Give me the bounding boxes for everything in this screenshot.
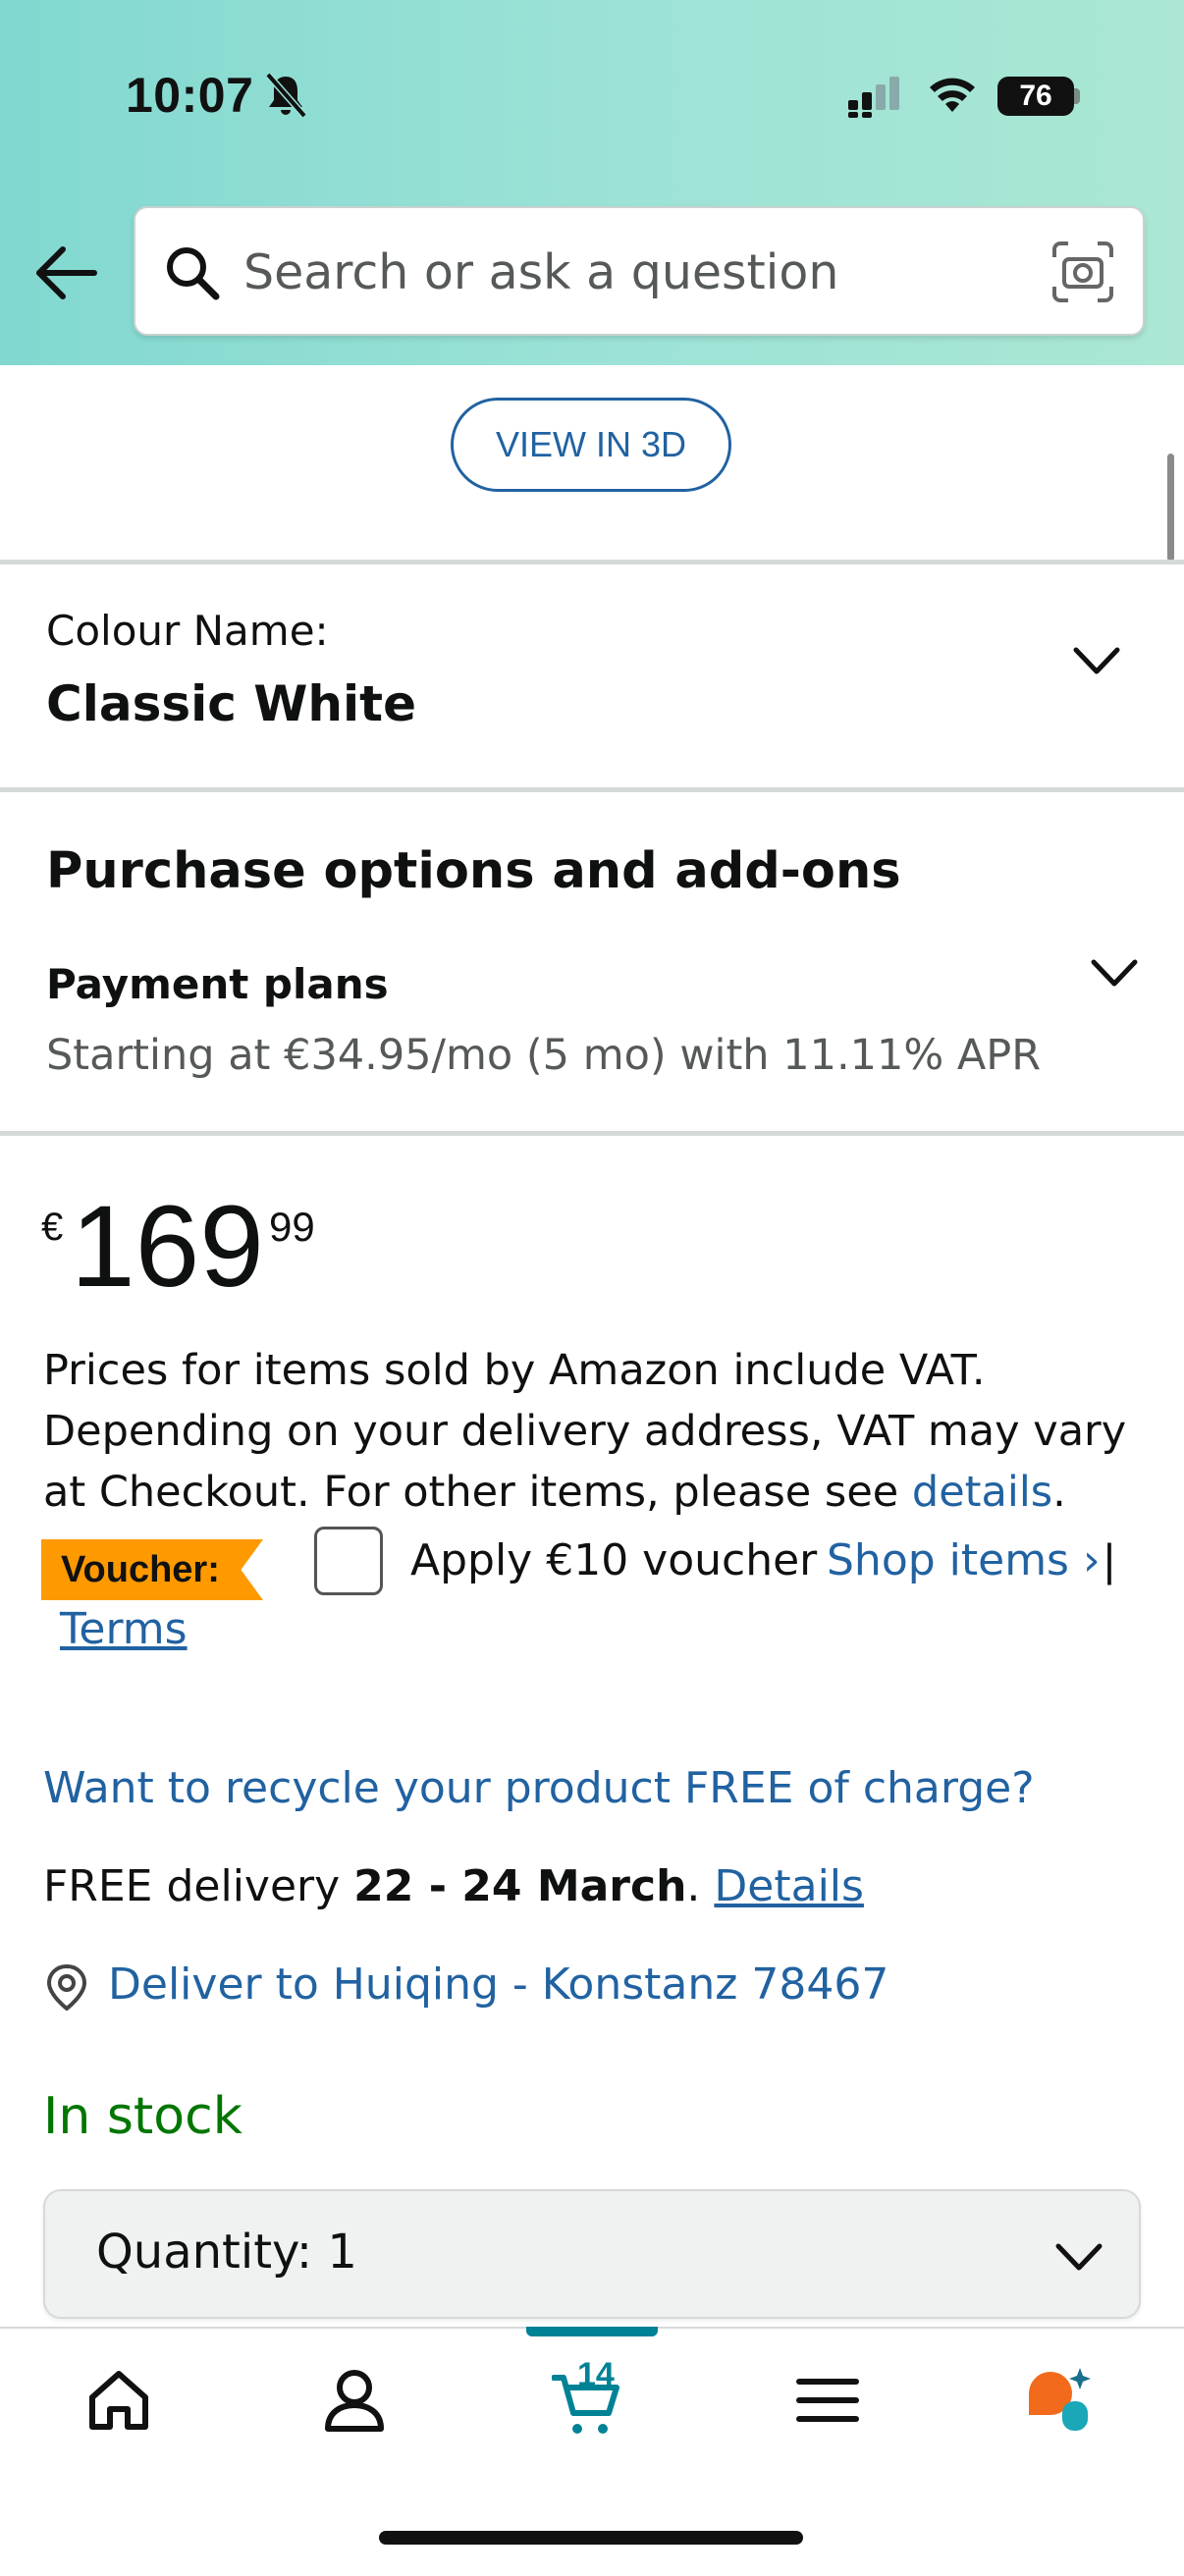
chevron-down-icon[interactable] [1090,958,1139,990]
shop-items-link[interactable]: Shop items › [827,1535,1101,1585]
terms-link[interactable]: Terms [60,1604,188,1654]
apply-voucher-label[interactable]: Apply €10 voucher [410,1535,817,1585]
quantity-selector[interactable]: Quantity: 1 [43,2189,1141,2319]
cart-active-indicator [526,2327,658,2336]
home-icon[interactable] [84,2366,153,2435]
deliver-to-link[interactable]: Deliver to Huiqing - Konstanz 78467 [108,1959,888,2010]
search-input[interactable] [243,234,1029,310]
divider [0,560,1184,564]
price-fraction: 99 [269,1204,315,1250]
bell-muted-icon [265,72,307,119]
colour-name-value: Classic White [46,675,416,732]
delivery-prefix: FREE delivery [43,1861,354,1911]
delivery-sep: . [686,1861,715,1911]
divider [0,787,1184,792]
delivery-info: FREE delivery 22 - 24 March. Details [43,1861,864,1911]
cart-count: 14 [577,2356,615,2393]
account-icon[interactable] [320,2366,389,2435]
divider [0,1131,1184,1136]
chevron-down-icon [1055,2243,1103,2271]
chevron-down-icon[interactable] [1072,646,1121,677]
recycle-link[interactable]: Want to recycle your product FREE of cha… [43,1763,1035,1813]
status-time: 10:07 [126,68,254,123]
voucher-badge: Voucher: [41,1539,263,1600]
delivery-dates: 22 - 24 March [353,1861,687,1911]
home-indicator [379,2531,803,2545]
price-whole: 169 [71,1182,264,1312]
voucher-checkbox[interactable] [314,1527,383,1595]
camera-scan-icon[interactable] [1050,240,1115,304]
battery-cap [1074,88,1080,104]
vat-notice: Prices for items sold by Amazon include … [43,1340,1153,1523]
purchase-options-title: Purchase options and add-ons [46,842,901,900]
vat-end: . [1052,1468,1066,1517]
header: 10:07 76 [0,0,1184,365]
payment-plans-subtitle: Starting at €34.95/mo (5 mo) with 11.11%… [46,1031,1042,1080]
menu-icon[interactable] [793,2366,862,2435]
back-arrow-icon[interactable] [33,245,98,300]
rufus-assistant-icon[interactable] [1023,2366,1092,2435]
search-bar[interactable] [134,206,1145,336]
delivery-details-link[interactable]: Details [714,1861,864,1911]
separator: | [1103,1534,1115,1585]
price-currency: € [41,1206,64,1249]
scrollbar[interactable] [1167,454,1174,562]
payment-plans-title[interactable]: Payment plans [46,960,389,1008]
colour-name-label: Colour Name: [46,607,329,655]
vat-details-link[interactable]: details [912,1468,1052,1517]
view-in-3d-button[interactable]: VIEW IN 3D [451,398,731,492]
cellular-signal-icon [848,77,899,118]
wifi-icon [930,78,975,112]
quantity-label: Quantity: 1 [96,2225,357,2280]
stock-status: In stock [43,2087,242,2146]
location-pin-icon [46,1963,87,2011]
battery-indicator: 76 [997,77,1074,116]
search-icon [167,247,220,300]
